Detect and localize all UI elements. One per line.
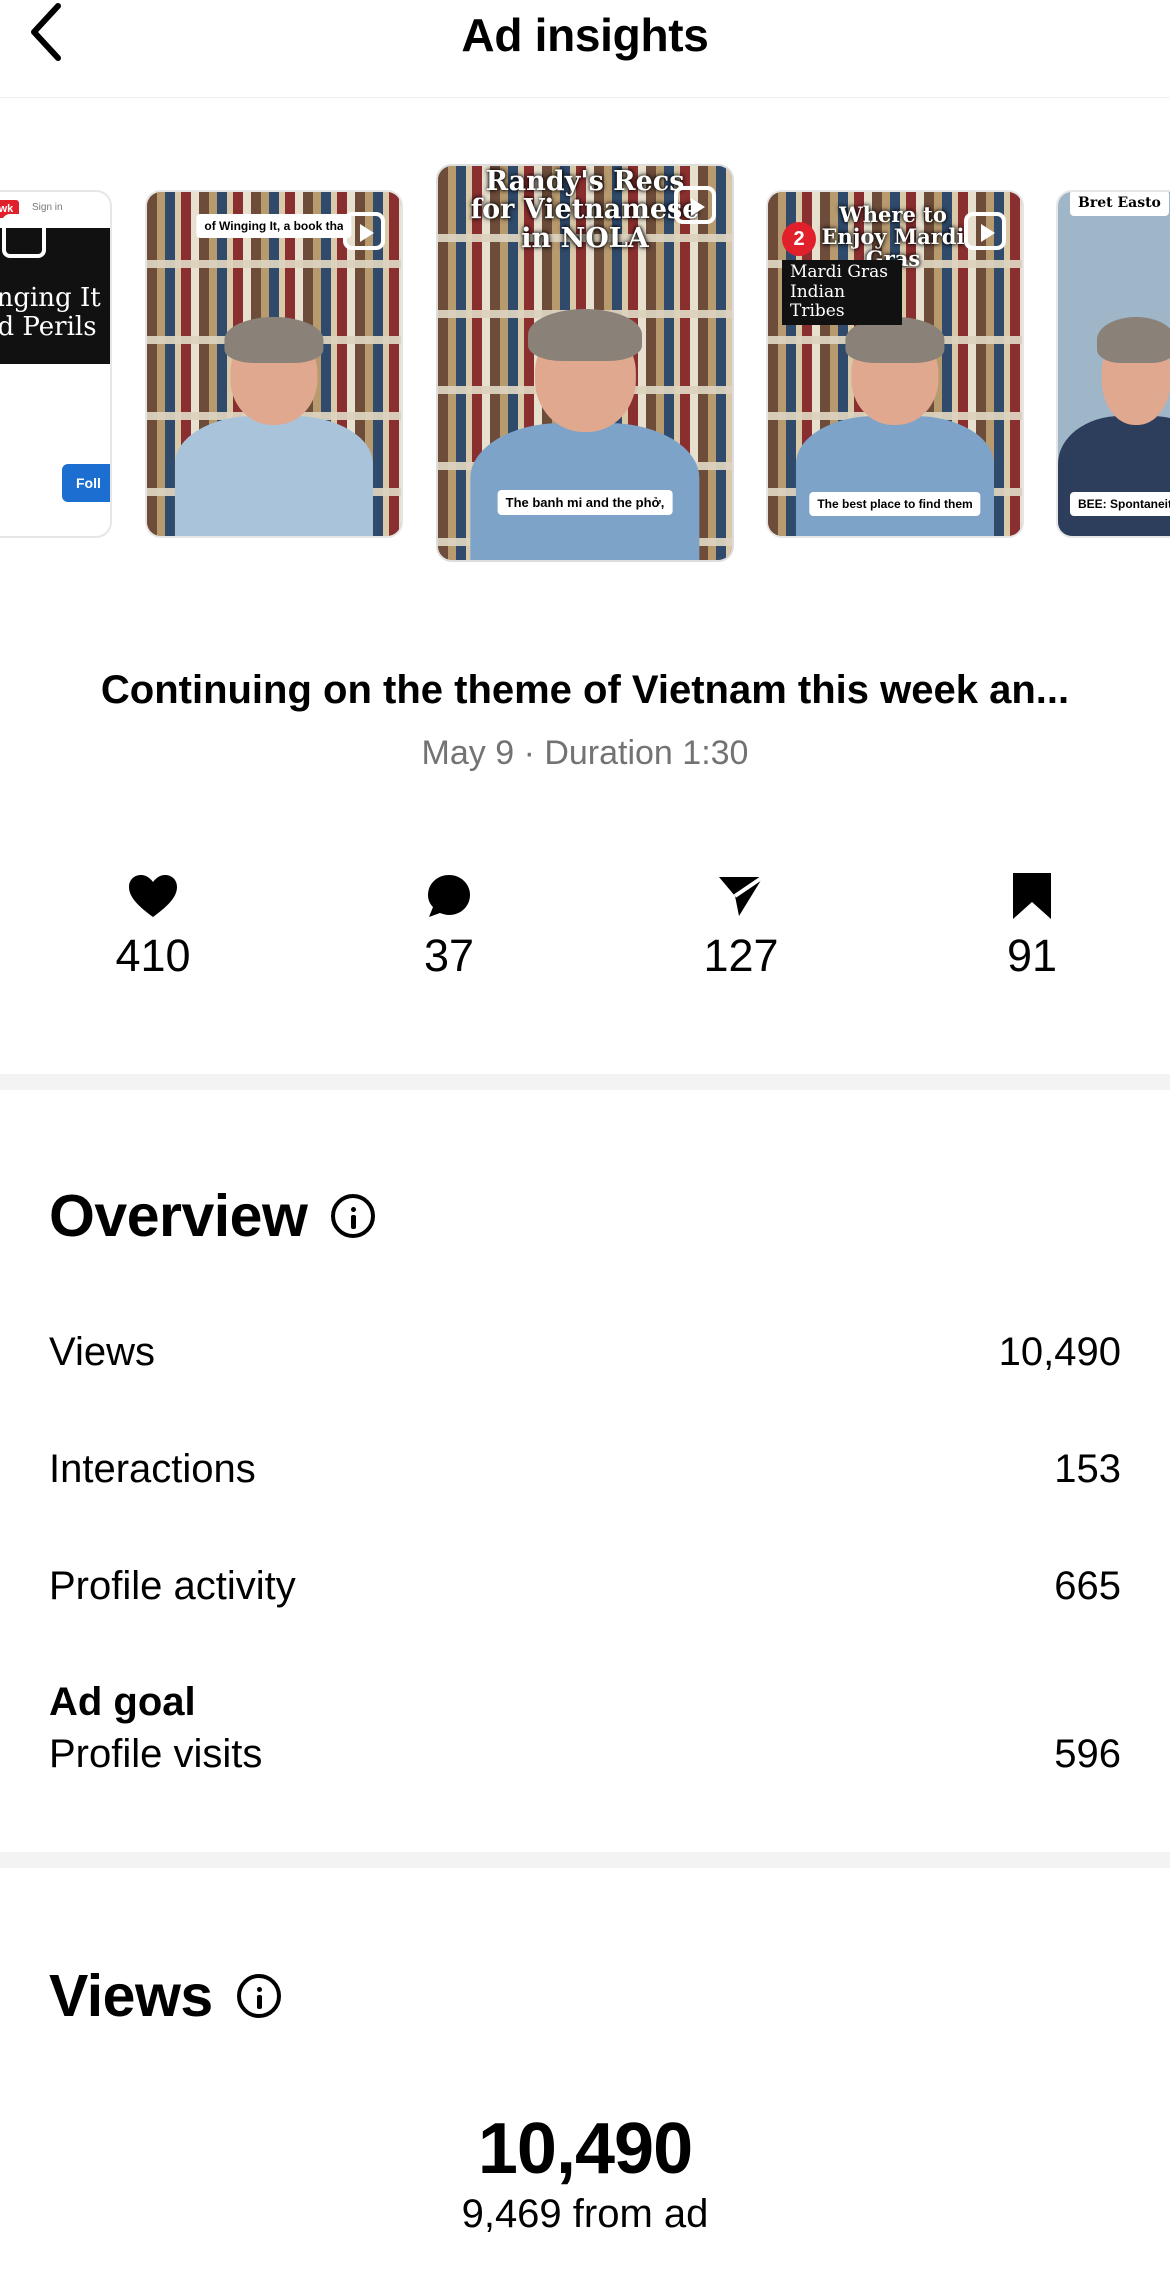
thumbnail-caption: The banh mi and the phở, bbox=[497, 490, 673, 515]
row-value: 153 bbox=[1054, 1447, 1121, 1491]
bookmark-icon bbox=[1013, 873, 1051, 919]
thumbnail-subtitle: Mardi Gras Indian Tribes bbox=[782, 260, 902, 325]
row-label: Profile activity bbox=[49, 1564, 296, 1608]
carousel-thumbnail-selected[interactable]: Randy's Recs for Vietnamese in NOLA The … bbox=[436, 164, 734, 562]
saves-count: 91 bbox=[1006, 930, 1058, 981]
likes-stat: 410 bbox=[73, 868, 233, 982]
comment-icon bbox=[428, 875, 470, 917]
multi-post-icon bbox=[2, 214, 46, 258]
follow-button: Foll bbox=[62, 464, 110, 502]
section-divider bbox=[0, 1852, 1170, 1868]
sign-in-label: Sign in bbox=[32, 202, 63, 213]
thumbnail-title: Bret Easto bbox=[1070, 192, 1169, 216]
row-value: 665 bbox=[1054, 1564, 1121, 1608]
row-label: Profile visits bbox=[49, 1732, 263, 1776]
views-section-title: Views bbox=[49, 1962, 281, 2030]
info-icon[interactable] bbox=[236, 1974, 281, 2018]
ad-carousel[interactable]: $1.50/wk Sign in Winging It And Perils o… bbox=[0, 160, 1170, 580]
number-badge: 2 bbox=[782, 222, 816, 256]
row-label: Interactions bbox=[49, 1447, 256, 1491]
views-total: 10,490 bbox=[477, 2109, 693, 2189]
shares-stat: 127 bbox=[661, 868, 821, 982]
shares-count: 127 bbox=[703, 930, 779, 981]
section-divider bbox=[0, 1074, 1170, 1090]
heart-icon bbox=[129, 875, 177, 917]
thumbnail-caption: of Winging It, a book tha bbox=[196, 214, 352, 238]
page-title: Ad insights bbox=[461, 9, 709, 61]
row-value: 10,490 bbox=[998, 1330, 1121, 1374]
share-icon bbox=[719, 875, 765, 916]
carousel-thumbnail[interactable]: $1.50/wk Sign in Winging It And Perils o… bbox=[0, 190, 112, 538]
post-meta: May 9 · Duration 1:30 bbox=[421, 734, 749, 772]
person-image bbox=[174, 317, 374, 536]
reel-icon bbox=[343, 212, 385, 250]
carousel-thumbnail[interactable]: Bret Easto BEE: Spontaneit of bbox=[1056, 190, 1170, 538]
views-title: Views bbox=[49, 1963, 213, 2029]
overview-section-title: Overview bbox=[49, 1182, 376, 1250]
carousel-thumbnail[interactable]: of Winging It, a book tha bbox=[145, 190, 403, 538]
overview-row-profile-visits: Profile visits 596 bbox=[49, 1732, 1121, 1777]
reel-icon bbox=[674, 186, 716, 224]
person-image bbox=[470, 309, 700, 560]
thumbnail-caption: BEE: Spontaneit of bbox=[1070, 492, 1170, 516]
info-icon[interactable] bbox=[331, 1194, 376, 1238]
overview-row-interactions: Interactions 153 bbox=[49, 1447, 1121, 1492]
comments-stat: 37 bbox=[369, 868, 529, 982]
row-value: 596 bbox=[1054, 1732, 1121, 1776]
ad-goal-label: Ad goal bbox=[49, 1680, 196, 1724]
reel-icon bbox=[964, 212, 1006, 250]
overview-row-views: Views 10,490 bbox=[49, 1330, 1121, 1375]
saves-stat: 91 bbox=[952, 868, 1112, 982]
thumbnail-caption: The best place to find them bbox=[809, 492, 981, 516]
likes-count: 410 bbox=[115, 930, 191, 981]
overview-title: Overview bbox=[49, 1183, 308, 1249]
post-caption: Continuing on the theme of Vietnam this … bbox=[100, 668, 1070, 712]
views-from-ad: 9,469 from ad bbox=[461, 2192, 709, 2236]
overview-row-profile-activity: Profile activity 665 bbox=[49, 1564, 1121, 1609]
row-label: Views bbox=[49, 1330, 155, 1374]
header: Ad insights bbox=[0, 0, 1170, 98]
ad-insights-screen: Ad insights $1.50/wk Sign in Winging It … bbox=[0, 0, 1170, 2278]
carousel-thumbnail[interactable]: Where to Enjoy Mardi Gras 2 Mardi Gras I… bbox=[766, 190, 1024, 538]
comments-count: 37 bbox=[423, 930, 475, 981]
thumbnail-text: Winging It And Perils on bbox=[0, 283, 101, 343]
